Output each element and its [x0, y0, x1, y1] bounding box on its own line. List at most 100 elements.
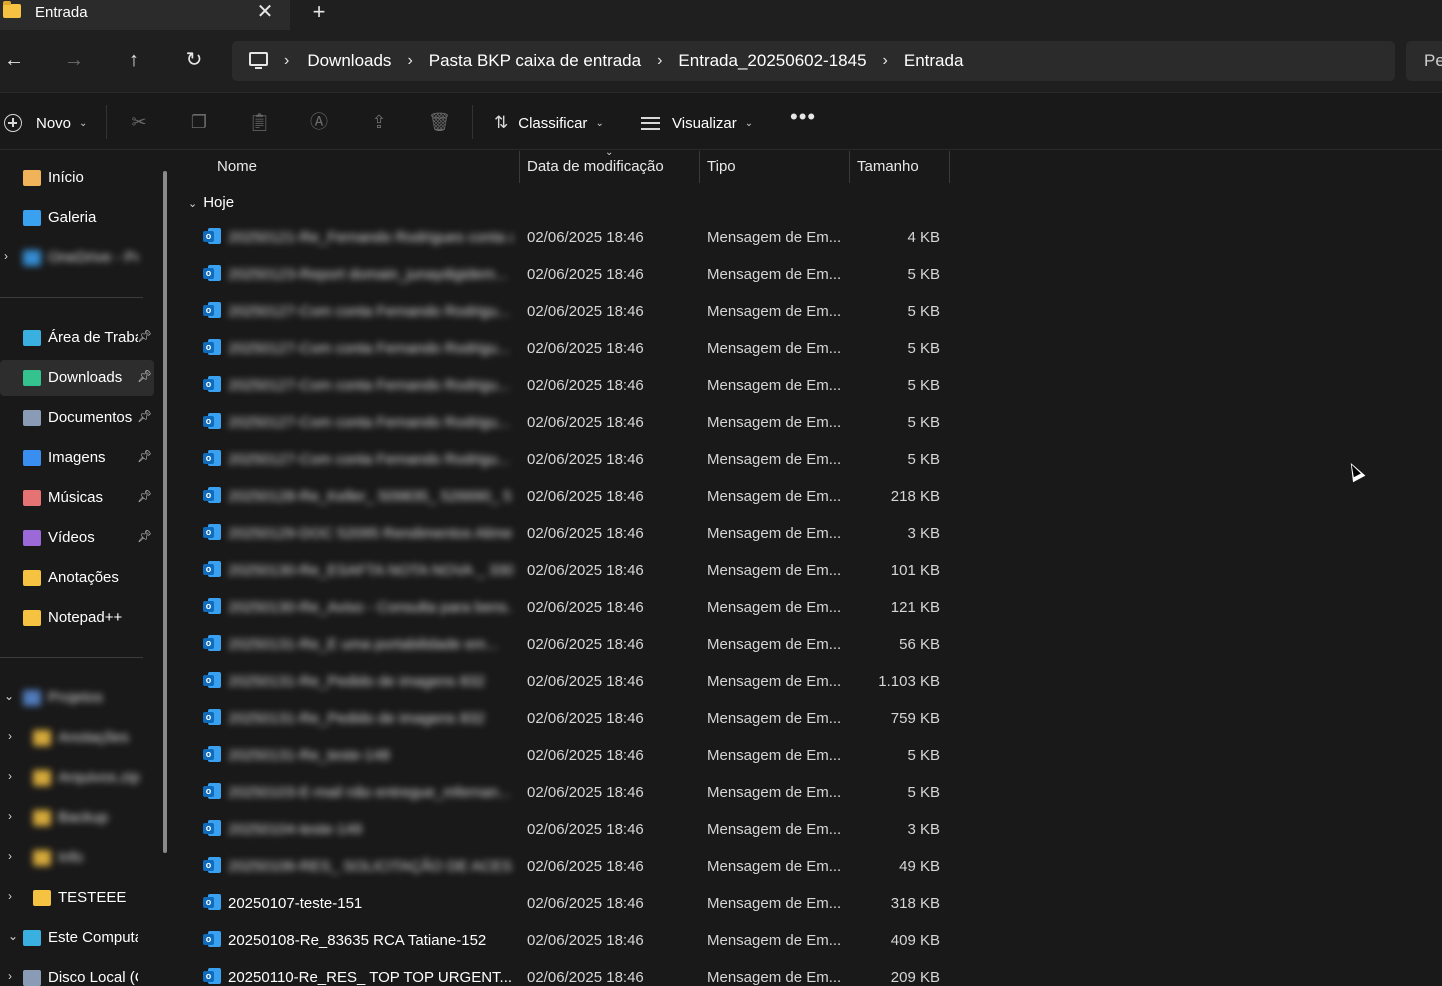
sidebar-item[interactable]: › Arquivos.zip [0, 760, 154, 796]
sidebar-item[interactable]: Galeria [0, 200, 154, 236]
expand-chevron-icon[interactable]: › [8, 969, 12, 983]
sidebar-item[interactable]: › TESTEEE [0, 880, 154, 916]
file-size: 56 KB [899, 636, 940, 653]
forward-arrow-icon[interactable]: → [60, 46, 88, 74]
breadcrumb-entrada-backup[interactable]: Entrada_20250602-1845 [678, 51, 866, 71]
sidebar-item[interactable]: Músicas 📌︎ [0, 480, 154, 516]
breadcrumb-separator[interactable]: › [657, 52, 662, 70]
file-row[interactable]: o 20250127-Com conta Fernando Rodrigu... 0… [188, 368, 948, 405]
breadcrumb-separator[interactable]: › [284, 52, 289, 70]
file-row[interactable]: o 20250121-Re_Fernando Rodrigues conta at… [188, 220, 948, 257]
refresh-icon[interactable]: ↻ [180, 46, 208, 74]
file-row[interactable]: o 20250104-teste-149 02/06/2025 18:46 Mensa… [188, 812, 948, 849]
new-label: Novo [36, 114, 72, 132]
expand-chevron-icon[interactable]: › [8, 729, 12, 743]
sort-button[interactable]: ⇅ Classificar ⌄ [494, 111, 604, 135]
search-input[interactable]: Pe [1406, 41, 1442, 81]
new-button[interactable]: Novo ⌄ [4, 111, 87, 135]
breadcrumb-downloads[interactable]: Downloads [307, 51, 391, 71]
group-header-today[interactable]: ⌄ Hoje [188, 194, 234, 211]
desktop-icon [23, 330, 41, 346]
sidebar-scrollbar[interactable] [163, 171, 167, 853]
address-bar[interactable]: › Downloads › Pasta BKP caixa de entrada… [232, 41, 1395, 81]
file-row[interactable]: o 20250127-Com conta Fernando Rodrigu... 0… [188, 442, 948, 479]
file-row[interactable]: o 20250103-E-mail não entregue_mfernan...… [188, 775, 948, 812]
file-row[interactable]: o 20250107-teste-151 02/06/2025 18:46 Mensa… [188, 886, 948, 923]
sidebar-item[interactable]: Área de Trabalho📌︎ [0, 320, 154, 356]
file-row[interactable]: o 20250131-Re_teste-148 02/06/2025 18:46 Me… [188, 738, 948, 775]
sidebar-item[interactable]: Downloads 📌︎ [0, 360, 154, 396]
column-header-name[interactable]: Nome [209, 151, 520, 183]
column-divider[interactable] [949, 151, 950, 183]
view-button[interactable]: Visualizar ⌄ [641, 111, 753, 135]
file-row[interactable]: o 20250127-Com conta Fernando Rodrigu... 0… [188, 331, 948, 368]
file-row[interactable]: o 20250108-Re_83635 RCA Tatiane-152 02/06/… [188, 923, 948, 960]
computer-icon[interactable] [249, 52, 268, 69]
column-header-type[interactable]: Tipo [699, 151, 849, 183]
breadcrumb-entrada[interactable]: Entrada [904, 51, 964, 71]
outlook-message-icon: o [203, 450, 221, 466]
file-row[interactable]: o 20250123-Report domain_junaydigidem... 0… [188, 257, 948, 294]
file-size: 5 KB [907, 784, 940, 801]
file-date: 02/06/2025 18:46 [527, 451, 644, 468]
file-row[interactable]: o 20250127-Com conta Fernando Rodrigu... 0… [188, 294, 948, 331]
sidebar-item[interactable]: › Backup [0, 800, 154, 836]
breadcrumb-separator[interactable]: › [883, 52, 888, 70]
rename-icon[interactable]: Ⓐ [308, 111, 330, 133]
file-row[interactable]: o 20250131-Re_E uma portabilidade em... 02… [188, 627, 948, 664]
expand-chevron-icon[interactable]: › [8, 889, 12, 903]
file-row[interactable]: o 20250106-RES_ SOLICITAÇÃO DE ACESSO... 0… [188, 849, 948, 886]
file-name: 20250123-Report domain_junaydigidem... [228, 266, 508, 283]
file-row[interactable]: o 20250129-DOC 52095 Rendimentos Alimentl… [188, 516, 948, 553]
tab-entrada[interactable]: Entrada ✕ [0, 0, 290, 30]
copy-icon[interactable]: ❐ [188, 111, 210, 133]
expand-chevron-icon[interactable]: › [8, 849, 12, 863]
expand-chevron-icon[interactable]: › [8, 769, 12, 783]
cut-icon[interactable]: ✂ [128, 111, 150, 133]
sidebar-item[interactable]: Documentos 📌︎ [0, 400, 154, 436]
expand-chevron-icon[interactable]: › [4, 249, 8, 263]
sidebar-item[interactable]: ⌄ Este Computador [0, 920, 154, 956]
file-type: Mensagem de Em... [707, 636, 842, 653]
new-tab-button[interactable]: + [306, 0, 332, 24]
file-type: Mensagem de Em... [707, 377, 842, 394]
breadcrumb-separator[interactable]: › [407, 52, 412, 70]
sidebar-item[interactable]: ⌄ Projetos [0, 680, 154, 716]
file-row[interactable]: o 20250128-Re_Keller_ 509835_ 526690_ 5..… [188, 479, 948, 516]
sort-label: Classificar [518, 114, 588, 132]
sidebar-item-label: Área de Trabalho [48, 329, 138, 346]
file-row[interactable]: o 20250130-Re_Aviso - Consulta para bens.… [188, 590, 948, 627]
outlook-message-icon: o [203, 746, 221, 762]
sidebar-item[interactable]: Anotações [0, 560, 154, 596]
file-row[interactable]: o 20250127-Com conta Fernando Rodrigu... 0… [188, 405, 948, 442]
delete-icon[interactable]: 🗑︎ [428, 111, 451, 133]
more-options-icon[interactable]: ••• [790, 106, 815, 133]
sidebar-item[interactable]: Vídeos 📌︎ [0, 520, 154, 556]
column-header-size[interactable]: Tamanho [849, 151, 949, 183]
sidebar-item[interactable]: Notepad++ [0, 600, 154, 636]
sidebar-item[interactable]: › Anotações [0, 720, 154, 756]
back-arrow-icon[interactable]: ← [0, 46, 28, 74]
expand-chevron-icon[interactable]: ⌄ [8, 929, 18, 943]
sidebar-item[interactable]: Início [0, 160, 154, 196]
toolbar-divider [106, 105, 107, 139]
folder-icon [33, 850, 51, 866]
expand-chevron-icon[interactable]: › [8, 809, 12, 823]
chevron-down-icon: ⌄ [744, 117, 754, 129]
paste-icon[interactable]: 📋︎ [248, 111, 271, 133]
sidebar-item[interactable]: › Info [0, 840, 154, 876]
sidebar-item[interactable]: Imagens 📌︎ [0, 440, 154, 476]
up-arrow-icon[interactable]: ↑ [120, 46, 148, 74]
file-row[interactable]: o 20250131-Re_Pedido de imagens 832 02/06/… [188, 701, 948, 738]
pin-icon: 📌︎ [137, 529, 153, 543]
expand-chevron-icon[interactable]: ⌄ [4, 689, 14, 703]
breadcrumb-pasta-bkp[interactable]: Pasta BKP caixa de entrada [429, 51, 641, 71]
share-icon[interactable]: ⇪ [368, 111, 390, 133]
sidebar-item-label: Projetos [48, 689, 104, 706]
file-row[interactable]: o 20250131-Re_Pedido de imagens 832 02/06/… [188, 664, 948, 701]
file-row[interactable]: o 20250110-Re_RES_ TOP TOP URGENT... 02/06… [188, 960, 948, 986]
sidebar-item[interactable]: › OneDrive - Pessoal [0, 240, 154, 276]
file-row[interactable]: o 20250130-Re_ESAFTA NOTA NOVA _ 3304T...… [188, 553, 948, 590]
close-icon[interactable]: ✕ [255, 1, 275, 23]
sidebar-item[interactable]: › Disco Local (C:) [0, 960, 154, 986]
